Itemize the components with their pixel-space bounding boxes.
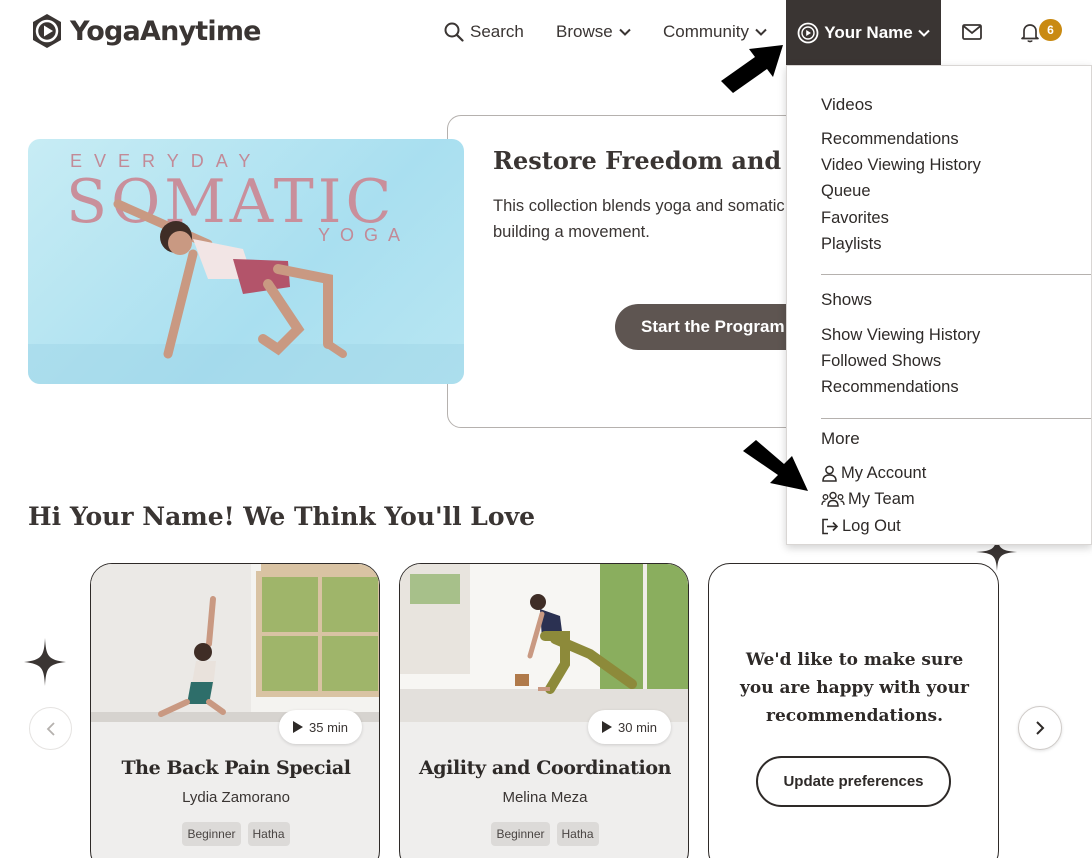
menu-item-label: My Account [841,464,927,482]
menu-item-my-account[interactable]: My Account [821,464,926,483]
menu-item-playlists[interactable]: Playlists [821,235,882,254]
chevron-down-icon [618,28,631,36]
video-thumbnail [400,564,688,722]
menu-item-video-viewing-history[interactable]: Video Viewing History [821,156,981,175]
play-circle-logo-icon [33,14,61,48]
site-header: YogaAnytime Search Browse Community Your… [0,0,1092,65]
video-author[interactable]: Lydia Zamorano [91,789,379,806]
user-dropdown-menu: Videos Recommendations Video Viewing His… [786,65,1092,545]
carousel-prev-button[interactable] [29,707,72,750]
menu-item-my-team[interactable]: My Team [821,490,915,509]
yoga-figure-illustration [28,199,464,384]
notification-badge: 6 [1039,19,1062,41]
nav-community-label: Community [663,22,749,41]
menu-divider [821,274,1091,275]
user-name-label: Your Name [824,22,913,42]
team-icon [821,491,845,507]
video-thumbnail [91,564,379,722]
menu-item-followed-shows[interactable]: Followed Shows [821,352,941,371]
hero-image[interactable]: EVERYDAY SOMATIC YOGA [28,139,464,384]
feedback-message: We'd like to make sure you are happy wit… [740,650,969,726]
tag-list: Beginner Hatha [91,822,379,846]
menu-divider [821,418,1091,419]
menu-item-favorites[interactable]: Favorites [821,209,889,228]
nav-browse-label: Browse [556,22,613,41]
mail-icon[interactable] [960,20,984,44]
video-card[interactable]: 35 min The Back Pain Special Lydia Zamor… [90,563,380,858]
menu-item-queue[interactable]: Queue [821,182,871,201]
menu-item-label: My Team [848,490,915,508]
chevron-down-icon [918,29,930,37]
feedback-card: We'd like to make sure you are happy wit… [708,563,999,858]
chevron-down-icon [755,28,767,36]
nav-browse[interactable]: Browse [556,20,631,44]
recommendations-heading: Hi Your Name! We Think You'll Love [28,502,535,531]
annotation-arrow-icon [721,45,783,93]
dropdown-heading-more: More [821,429,860,448]
menu-item-show-recommendations[interactable]: Recommendations [821,378,959,397]
tag-badge: Hatha [247,822,290,846]
logout-icon [822,518,839,535]
user-icon [822,465,837,482]
play-icon [293,721,303,733]
menu-item-log-out[interactable]: Log Out [821,517,901,536]
carousel-next-button[interactable] [1018,706,1062,750]
hero-title: Restore Freedom and Ea [493,146,824,175]
duration-badge: 30 min [588,710,672,744]
video-title[interactable]: Agility and Coordination [400,757,688,779]
user-menu-toggle[interactable]: Your Name [786,0,941,65]
video-title[interactable]: The Back Pain Special [91,757,379,779]
sparkle-icon [24,638,66,686]
chevron-right-icon [1036,721,1045,735]
chevron-left-icon [46,721,55,736]
duration-label: 35 min [309,719,349,735]
video-card[interactable]: 30 min Agility and Coordination Melina M… [399,563,689,858]
annotation-arrow-icon [743,440,808,491]
tag-list: Beginner Hatha [400,822,688,846]
play-icon [602,721,612,733]
update-preferences-button[interactable]: Update preferences [756,756,951,807]
menu-item-show-viewing-history[interactable]: Show Viewing History [821,326,980,345]
video-author[interactable]: Melina Meza [400,789,688,806]
tag-badge: Beginner [182,822,241,846]
nav-community[interactable]: Community [663,20,767,44]
logo-text: YogaAnytime [70,15,262,47]
play-circle-icon [797,22,819,43]
nav-search[interactable]: Search [444,20,524,44]
nav-search-label: Search [470,22,524,41]
site-logo[interactable]: YogaAnytime [28,12,262,50]
tag-badge: Hatha [556,822,599,846]
dropdown-heading-shows: Shows [821,290,873,309]
duration-badge: 35 min [279,710,363,744]
menu-item-recommendations[interactable]: Recommendations [821,130,959,149]
dropdown-heading-videos: Videos [821,95,873,114]
search-icon [444,22,464,42]
tag-badge: Beginner [491,822,550,846]
duration-label: 30 min [618,719,658,735]
menu-item-label: Log Out [842,517,901,535]
